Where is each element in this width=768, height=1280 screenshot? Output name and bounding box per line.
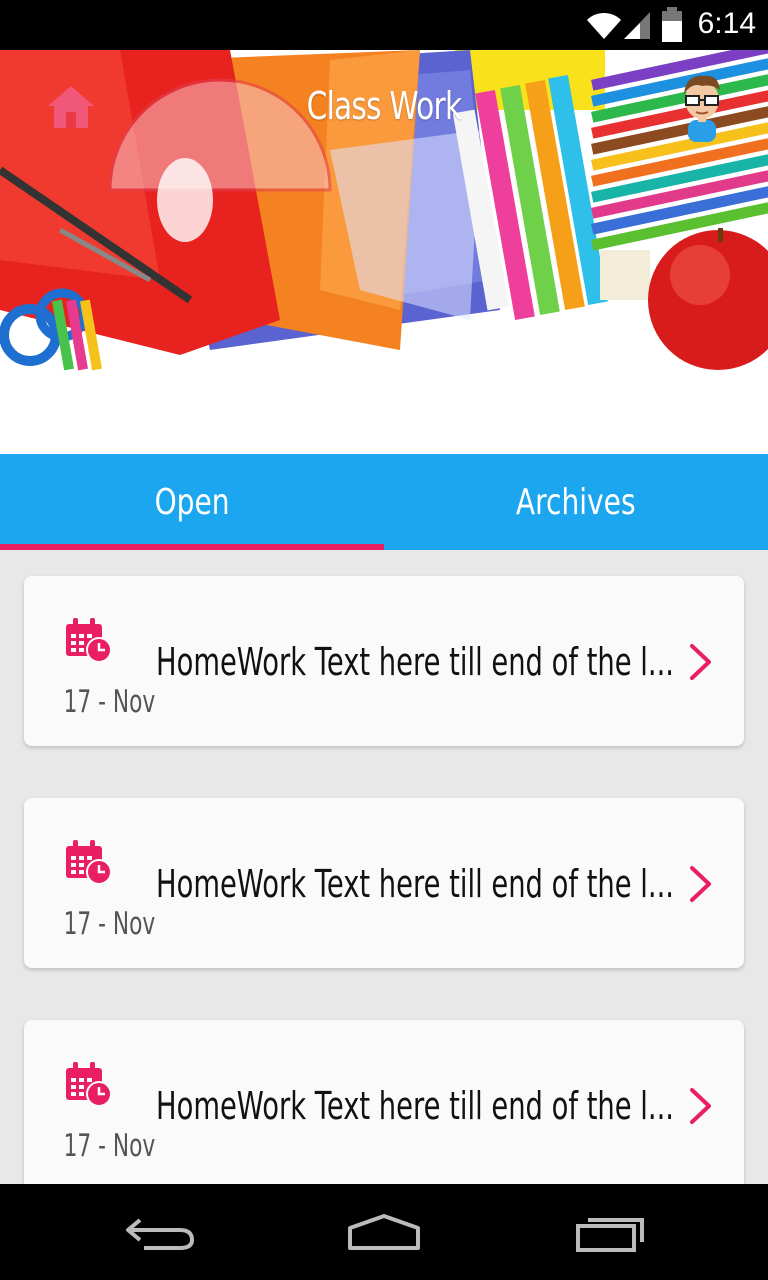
list-item[interactable]: 17 - Nov HomeWork Text here till end of …: [24, 576, 744, 746]
signal-icon: [624, 12, 650, 39]
item-date: 17 - Nov: [63, 684, 156, 720]
tab-open-label: Open: [154, 481, 230, 523]
tab-archives[interactable]: Archives: [384, 454, 768, 550]
navigation-bar: [0, 1184, 768, 1280]
status-bar: 6:14: [0, 0, 768, 50]
status-time: 6:14: [697, 7, 756, 40]
homework-list: 17 - Nov HomeWork Text here till end of …: [0, 550, 768, 1184]
chevron-right-icon[interactable]: [688, 1086, 714, 1126]
calendar-icon: [66, 618, 112, 663]
calendar-icon: [66, 840, 112, 885]
avatar[interactable]: [672, 68, 732, 144]
item-date: 17 - Nov: [63, 1128, 156, 1164]
header-banner: Class Work: [0, 50, 768, 454]
list-item[interactable]: 17 - Nov HomeWork Text here till end of …: [24, 1020, 744, 1184]
item-title: HomeWork Text here till end of the l...: [156, 1084, 674, 1128]
recents-icon[interactable]: [574, 1212, 646, 1252]
tab-open[interactable]: Open: [0, 454, 384, 550]
home-nav-icon[interactable]: [346, 1212, 422, 1252]
page-title: Class Work: [306, 84, 462, 128]
tab-archives-label: Archives: [516, 481, 636, 523]
chevron-right-icon[interactable]: [688, 864, 714, 904]
list-item[interactable]: 17 - Nov HomeWork Text here till end of …: [24, 798, 744, 968]
battery-icon: [662, 7, 682, 42]
tab-bar: Open Archives: [0, 454, 768, 550]
back-icon[interactable]: [124, 1212, 196, 1252]
item-date: 17 - Nov: [63, 906, 156, 942]
wifi-icon: [587, 12, 621, 39]
item-title: HomeWork Text here till end of the l...: [156, 862, 674, 906]
calendar-icon: [66, 1062, 112, 1107]
chevron-right-icon[interactable]: [688, 642, 714, 682]
item-title: HomeWork Text here till end of the l...: [156, 640, 674, 684]
